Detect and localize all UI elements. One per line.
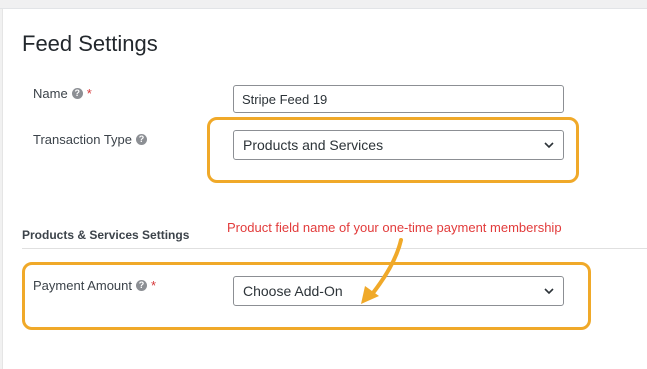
- products-services-heading: Products & Services Settings: [22, 228, 190, 242]
- payment-amount-highlight: [22, 262, 591, 330]
- top-bar: [0, 0, 647, 9]
- help-icon[interactable]: ?: [136, 134, 147, 145]
- required-marker: *: [86, 86, 92, 101]
- transaction-type-highlight: [207, 117, 579, 183]
- name-input-value: Stripe Feed 19: [242, 91, 328, 107]
- annotation-text: Product field name of your one-time paym…: [227, 220, 562, 235]
- help-icon[interactable]: ?: [71, 88, 83, 99]
- annotation-arrow-icon: [361, 238, 403, 304]
- name-label-group: Name ? *: [33, 86, 92, 101]
- transaction-type-label: Transaction Type: [33, 132, 132, 147]
- name-input[interactable]: Stripe Feed 19: [233, 85, 564, 113]
- name-label: Name: [33, 86, 68, 101]
- section-divider: [22, 248, 647, 249]
- transaction-type-label-group: Transaction Type ?: [33, 132, 147, 147]
- page-title: Feed Settings: [22, 31, 158, 56]
